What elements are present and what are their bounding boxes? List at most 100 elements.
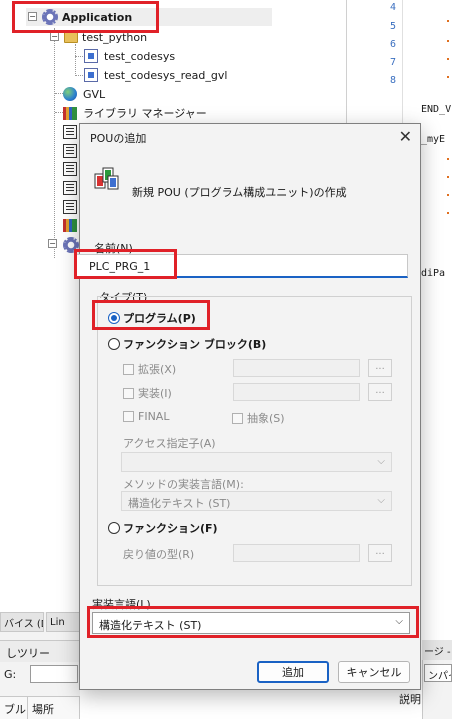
line-number: 5	[389, 21, 396, 32]
name-field-value: PLC_PRG_1	[89, 260, 151, 273]
radio-function-block[interactable]: ファンクション ブロック(B)	[108, 336, 266, 352]
access-label: アクセス指定子(A)	[123, 437, 216, 450]
radio-program[interactable]: プログラム(P)	[108, 310, 196, 326]
radio-function[interactable]: ファンクション(F)	[108, 520, 218, 536]
object-icon[interactable]	[63, 125, 77, 139]
tab-second[interactable]: Lin	[46, 612, 80, 632]
tree-item-label: GVL	[83, 87, 106, 101]
tab-compile[interactable]: ンパイル	[424, 664, 452, 682]
checkbox-final[interactable]: FINAL	[123, 410, 169, 423]
object-icon[interactable]	[63, 200, 77, 214]
line-number: 7	[389, 57, 396, 68]
task-icon[interactable]	[63, 219, 77, 232]
impl-lang-value: 構造化テキスト (ST)	[99, 619, 202, 632]
line-number: 6	[389, 39, 396, 50]
column-header: 説明	[399, 693, 421, 706]
dialog-title: POUの追加	[90, 132, 147, 145]
panel-header: しツリー	[0, 640, 80, 662]
marker-dot	[447, 40, 449, 42]
implements-input[interactable]	[233, 383, 360, 401]
code-line: END_V	[421, 104, 452, 115]
chevron-down-icon: ⌵	[395, 616, 403, 627]
method-lang-select[interactable]: 構造化テキスト (ST) ⌵	[121, 491, 392, 511]
add-button[interactable]: 追加	[257, 661, 329, 683]
tree-line	[54, 28, 55, 258]
marker-dot	[447, 76, 449, 78]
close-icon[interactable]: ✕	[399, 127, 412, 146]
filter-input[interactable]	[30, 665, 78, 683]
folder-icon	[64, 31, 78, 43]
radio-unchecked-icon	[108, 522, 120, 534]
object-icon[interactable]	[63, 162, 77, 176]
globe-icon	[63, 87, 77, 101]
name-field[interactable]: PLC_PRG_1	[74, 254, 408, 278]
object-icon[interactable]	[63, 181, 77, 195]
radio-label: プログラム(P)	[123, 312, 196, 325]
tree-item-label: test_python	[82, 30, 148, 44]
code-line: diPa	[421, 268, 446, 279]
collapse-icon[interactable]: −	[28, 12, 37, 21]
tree-item-application[interactable]: − Application	[26, 8, 272, 26]
method-lang-value: 構造化テキスト (ST)	[128, 497, 231, 510]
return-type-label: 戻り値の型(R)	[123, 548, 195, 561]
tree-item-test-codesys-read-gvl[interactable]: test_codesys_read_gvl	[84, 66, 227, 84]
collapse-icon[interactable]: −	[50, 32, 59, 41]
code-line: _myE	[421, 134, 446, 145]
tree-line	[55, 112, 63, 113]
extends-browse-button[interactable]: ...	[368, 359, 392, 377]
tab-devices[interactable]: バイス (D)	[0, 612, 44, 632]
checkbox-label: 拡張(X)	[138, 363, 177, 376]
checkbox-extends[interactable]: 拡張(X)	[123, 361, 176, 377]
tree-item-gvl[interactable]: GVL	[63, 85, 105, 103]
checkbox-icon	[123, 387, 134, 399]
return-type-browse-button[interactable]: ...	[368, 544, 392, 562]
radio-label: ファンクション(F)	[123, 522, 218, 535]
checkbox-label: 抽象(S)	[247, 412, 285, 425]
chevron-down-icon: ⌵	[377, 456, 385, 467]
panel-header: ージ -	[422, 640, 452, 660]
impl-lang-select[interactable]: 構造化テキスト (ST) ⌵	[92, 612, 410, 634]
method-lang-label: メソッドの実装言語(M):	[123, 478, 244, 491]
object-icon[interactable]	[63, 144, 77, 158]
tree-line	[55, 93, 63, 94]
new-pou-icon	[94, 167, 119, 190]
line-number: 4	[389, 2, 396, 13]
add-pou-dialog: POUの追加 ✕ 新規 POU (プログラム構成ユニット)の作成 名前(N) P…	[74, 123, 421, 690]
marker-dot	[447, 194, 449, 196]
cancel-button[interactable]: キャンセル	[338, 661, 410, 683]
checkbox-icon	[123, 363, 134, 375]
impl-lang-label: 実装言語(L)	[92, 598, 151, 611]
gear-icon	[42, 9, 58, 25]
library-icon	[63, 106, 77, 120]
tree-item-test-codesys[interactable]: test_codesys	[84, 47, 175, 65]
implements-browse-button[interactable]: ...	[368, 383, 392, 401]
tab-label: Lin	[50, 616, 65, 628]
checkbox-implements[interactable]: 実装(I)	[123, 385, 172, 401]
tree-item-label: test_codesys	[104, 49, 176, 63]
tree-line	[75, 44, 76, 76]
checkbox-label: 実装(I)	[138, 387, 172, 400]
chevron-down-icon: ⌵	[377, 495, 385, 506]
program-icon	[84, 68, 98, 82]
return-type-input[interactable]	[233, 544, 360, 562]
marker-dot	[447, 212, 449, 214]
checkbox-label: FINAL	[138, 410, 170, 423]
field-label: G:	[4, 668, 17, 681]
line-number: 8	[389, 75, 396, 86]
checkbox-abstract[interactable]: 抽象(S)	[232, 410, 285, 426]
tree-item-library-manager[interactable]: ライブラリ マネージャー	[63, 104, 207, 122]
column-header[interactable]: ブル	[0, 696, 28, 719]
tree-item-label: test_codesys_read_gvl	[104, 68, 228, 82]
marker-dot	[447, 20, 449, 22]
collapse-icon[interactable]: −	[48, 239, 57, 248]
marker-dot	[447, 58, 449, 60]
column-header[interactable]: 場所	[28, 696, 80, 719]
marker-dot	[447, 176, 449, 178]
access-select[interactable]: ⌵	[121, 452, 392, 472]
program-icon	[84, 49, 98, 63]
extends-input[interactable]	[233, 359, 360, 377]
radio-unchecked-icon	[108, 338, 120, 350]
tree-item-label: ライブラリ マネージャー	[83, 107, 207, 120]
radio-label: ファンクション ブロック(B)	[123, 338, 267, 351]
tree-item-test-python[interactable]: − test_python	[48, 28, 147, 46]
